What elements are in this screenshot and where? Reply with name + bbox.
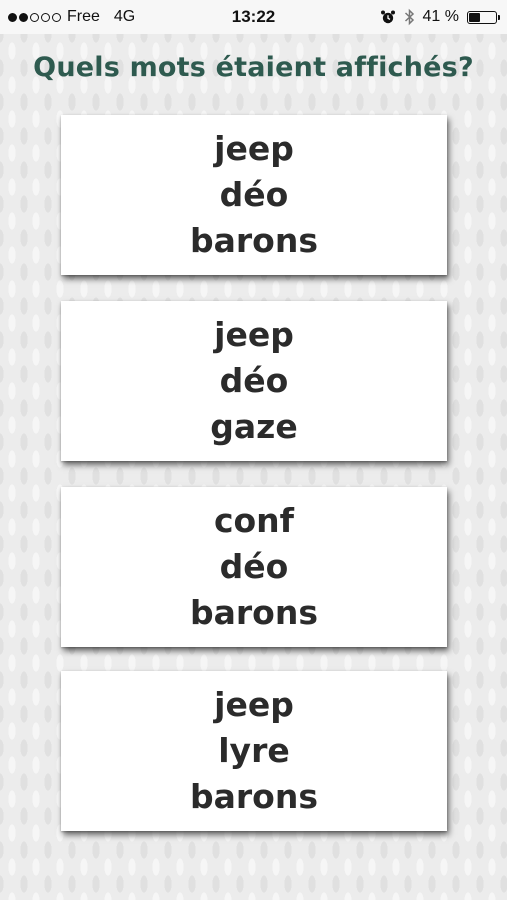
answer-word: barons [190,777,318,816]
answer-option-card[interactable]: jeep déo gaze [61,301,447,461]
answer-word: déo [219,547,289,586]
answer-word: déo [219,175,289,214]
answer-word: jeep [214,685,294,724]
answer-word: jeep [214,315,294,354]
answer-word: jeep [214,129,294,168]
answer-word: déo [219,361,289,400]
answer-word: lyre [218,731,290,770]
answer-option-card[interactable]: conf déo barons [61,487,447,647]
answer-option-card[interactable]: jeep lyre barons [61,671,447,831]
answer-word: gaze [210,407,298,446]
answer-word: barons [190,221,318,260]
answer-word: barons [190,593,318,632]
answer-word: conf [213,501,295,540]
answer-options: jeep déo barons jeep déo gaze conf déo barons jee… [0,0,507,900]
answer-option-card[interactable]: jeep déo barons [61,115,447,275]
